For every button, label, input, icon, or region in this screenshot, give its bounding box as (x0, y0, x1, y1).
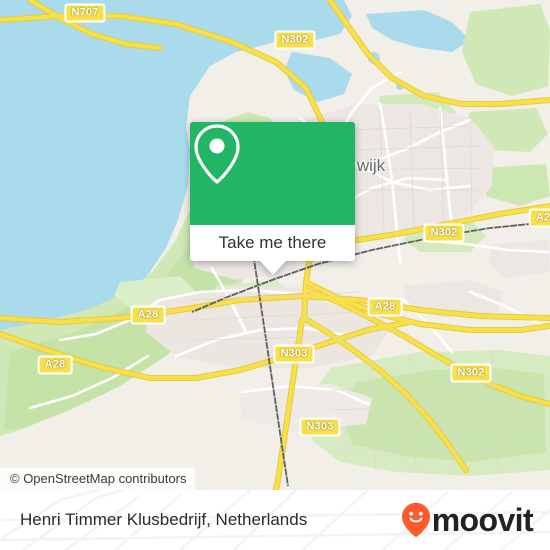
moovit-map-share-card: N707 N302 N302 A2 A28 A28 A28 N303 N302 … (0, 0, 550, 550)
footer-bar: Henri Timmer Klusbedrijf, Netherlands mo… (0, 490, 550, 550)
location-title: Henri Timmer Klusbedrijf, Netherlands (20, 510, 308, 529)
road-shield-n302-mid[interactable]: N302 (423, 223, 465, 243)
road-shield-n303-lower[interactable]: N303 (299, 417, 341, 437)
road-shield-a28-lower-left[interactable]: A28 (37, 355, 73, 375)
moovit-wordmark: moovit (431, 501, 534, 538)
callout-label: Take me there (218, 233, 327, 252)
callout-pointer (259, 261, 286, 275)
callout-icon-area (190, 122, 355, 225)
moovit-brand[interactable]: moovit (401, 490, 534, 550)
map-pin-icon (194, 124, 240, 184)
moovit-pin-smiley-icon (401, 502, 430, 538)
road-shield-n707-top[interactable]: N707 (64, 3, 106, 23)
road-shield-a28-right[interactable]: A28 (367, 297, 403, 317)
road-shield-n302-top[interactable]: N302 (274, 30, 316, 50)
road-shield-a2-right-edge[interactable]: A2 (528, 208, 550, 228)
osm-attribution[interactable]: © OpenStreetMap contributors (0, 468, 195, 490)
take-me-there-callout[interactable]: Take me there (190, 122, 355, 275)
road-shield-n302-lower[interactable]: N302 (450, 363, 492, 383)
road-shield-a28-left[interactable]: A28 (130, 305, 166, 325)
road-shield-n303-mid[interactable]: N303 (273, 344, 315, 364)
place-label-wijk: wijk (356, 156, 386, 175)
callout-label-area[interactable]: Take me there (190, 225, 355, 261)
map-canvas[interactable]: N707 N302 N302 A2 A28 A28 A28 N303 N302 … (0, 0, 550, 490)
